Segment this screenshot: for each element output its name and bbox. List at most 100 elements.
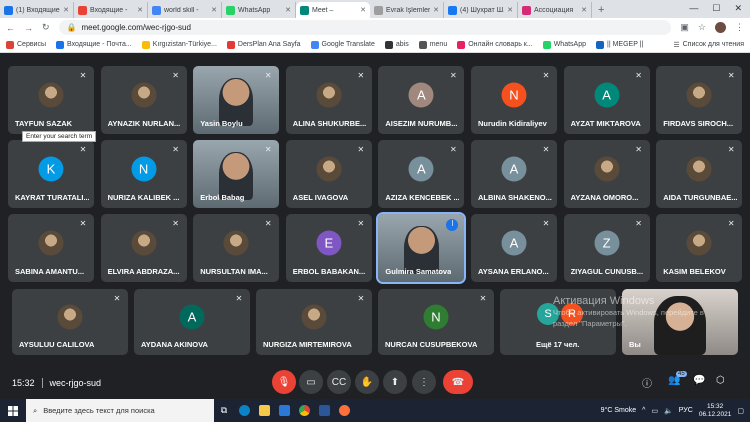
participant-tile[interactable]: ✕ TAYFUN SAZAK bbox=[8, 66, 94, 134]
back-icon[interactable]: ← bbox=[6, 23, 15, 33]
participant-tile[interactable]: A ✕ AYSANA ERLANO... bbox=[471, 214, 557, 282]
chat-icon[interactable]: 💬 bbox=[693, 375, 705, 386]
participant-tile[interactable]: N ✕ NURIZA KALIBEK ... bbox=[100, 140, 187, 208]
participant-tile[interactable]: Z ✕ ZIYAGUL CUNUSB... bbox=[563, 214, 650, 282]
participant-tile[interactable]: A ✕ AYDANA AKINOVA bbox=[134, 289, 250, 355]
tab-close-icon[interactable]: ✕ bbox=[433, 6, 439, 14]
tab-label: Evrak İşlemleri bbox=[386, 6, 431, 14]
browser-tab[interactable]: Meet – ✕ bbox=[296, 2, 370, 18]
bookmark-icon bbox=[56, 40, 65, 49]
tab-close-icon[interactable]: ✕ bbox=[211, 6, 217, 14]
forward-icon[interactable]: → bbox=[24, 23, 33, 33]
participant-tile[interactable]: ✕ Yasin Boylu bbox=[193, 66, 280, 134]
clock[interactable]: 15:32 06.12.2021 bbox=[699, 403, 732, 419]
participant-tile[interactable]: ✕ Erbol Babag bbox=[193, 140, 280, 208]
participant-tile[interactable]: ǀ Gulmira Samatova bbox=[376, 212, 467, 284]
menu-icon[interactable]: ⋮ bbox=[735, 22, 744, 33]
participant-tile[interactable]: ✕ SABINA AMANTU... bbox=[8, 214, 94, 282]
task-view-icon[interactable]: ⧉ bbox=[214, 399, 234, 422]
participant-tile[interactable]: A ✕ AZIZA KENCEBEK ... bbox=[378, 140, 465, 208]
language-indicator[interactable]: РУС bbox=[679, 407, 693, 414]
word-icon[interactable] bbox=[314, 399, 334, 422]
camera-toggle-button[interactable]: ▭ bbox=[299, 370, 323, 394]
bookmark-item[interactable]: DersPlan Ana Sayfa bbox=[226, 40, 301, 49]
reading-list[interactable]: ☰ Список для чтения bbox=[673, 41, 744, 49]
tab-close-icon[interactable]: ✕ bbox=[581, 6, 587, 14]
tab-close-icon[interactable]: ✕ bbox=[285, 6, 291, 14]
browser-tab[interactable]: Evrak İşlemleri ✕ bbox=[370, 2, 444, 18]
self-name: Вы bbox=[629, 340, 641, 349]
leave-call-button[interactable]: ☎ bbox=[443, 370, 473, 394]
browser-tab[interactable]: Ассоциация ✕ bbox=[518, 2, 592, 18]
store-icon[interactable] bbox=[274, 399, 294, 422]
participant-tile[interactable]: ✕ AIDA TURGUNBAE... bbox=[656, 140, 743, 208]
info-icon[interactable]: ⓘ bbox=[642, 375, 652, 390]
tab-label: (4) Шухрат Ш... bbox=[460, 6, 505, 14]
browser-tab[interactable]: Входящие - ✕ bbox=[74, 2, 148, 18]
participant-tile[interactable]: ✕ NURSULTAN IMA... bbox=[193, 214, 280, 282]
edge-icon[interactable] bbox=[234, 399, 254, 422]
present-button[interactable]: ⬆ bbox=[383, 370, 407, 394]
participant-tile[interactable]: ✕ AYNAZIK NURLAN... bbox=[100, 66, 187, 134]
weather-text[interactable]: 9°C Smoke bbox=[601, 407, 636, 414]
camera-icon[interactable]: ▣ bbox=[680, 22, 689, 33]
profile-avatar[interactable] bbox=[715, 22, 726, 33]
tab-close-icon[interactable]: ✕ bbox=[360, 6, 366, 14]
close-window-icon[interactable]: ✕ bbox=[734, 3, 742, 14]
new-tab-icon[interactable]: + bbox=[592, 4, 610, 18]
browser-tab[interactable]: world skill - ✕ bbox=[148, 2, 222, 18]
star-icon[interactable]: ☆ bbox=[698, 22, 706, 33]
tray-arrow-icon[interactable]: ^ bbox=[642, 407, 645, 414]
captions-button[interactable]: CC bbox=[327, 370, 351, 394]
file-explorer-icon[interactable] bbox=[254, 399, 274, 422]
bookmark-icon bbox=[457, 40, 466, 49]
participant-tile[interactable]: E ✕ ERBOL BABAKAN... bbox=[285, 214, 372, 282]
bookmark-item[interactable]: Google Translate bbox=[310, 40, 375, 49]
bookmark-item[interactable]: Сервисы bbox=[6, 40, 46, 49]
participant-tile[interactable]: ✕ ALINA SHUKURBE... bbox=[285, 66, 372, 134]
bookmark-item[interactable]: Онлайн словарь к... bbox=[457, 40, 533, 49]
tab-close-icon[interactable]: ✕ bbox=[137, 6, 143, 14]
start-button[interactable] bbox=[0, 399, 26, 422]
participant-tile[interactable]: ✕ AYZANA OMORO... bbox=[563, 140, 650, 208]
participant-tile[interactable]: ✕ ASEL IVAGOVA bbox=[285, 140, 372, 208]
tab-close-icon[interactable]: ✕ bbox=[63, 6, 69, 14]
browser-tab[interactable]: WhatsApp ✕ bbox=[222, 2, 296, 18]
bookmark-item[interactable]: abis bbox=[384, 40, 409, 49]
participant-tile[interactable]: A ✕ AISEZIM NURUMB... bbox=[378, 66, 465, 134]
chrome-icon[interactable] bbox=[294, 399, 314, 422]
activities-icon[interactable]: ⬡ bbox=[716, 375, 725, 386]
participant-tile[interactable]: ✕ FIRDAVS SIROCH... bbox=[656, 66, 743, 134]
mic-muted-icon: ✕ bbox=[172, 145, 179, 154]
volume-icon[interactable]: 🔈 bbox=[664, 407, 673, 415]
participant-tile[interactable]: ✕ AYSULUU CALILOVA bbox=[12, 289, 128, 355]
raise-hand-button[interactable]: ✋ bbox=[355, 370, 379, 394]
bookmark-item[interactable]: Kırgızistan-Türkiye... bbox=[141, 40, 217, 49]
taskbar-search[interactable]: ⌕ Введите здесь текст для поиска bbox=[26, 399, 214, 422]
browser-tab[interactable]: (1) Входящие - ✕ bbox=[0, 2, 74, 18]
firefox-icon[interactable] bbox=[334, 399, 354, 422]
bookmark-item[interactable]: || MEGEP || bbox=[596, 40, 643, 49]
maximize-icon[interactable]: ☐ bbox=[712, 3, 720, 14]
participant-tile[interactable]: N ✕ NURCAN CUSUPBEKOVA bbox=[378, 289, 494, 355]
participant-tile[interactable]: K ✕ KAYRAT TURATALI... bbox=[8, 140, 94, 208]
mic-toggle-button[interactable]: 🎙 bbox=[272, 370, 296, 394]
bookmark-item[interactable]: menu bbox=[418, 40, 447, 49]
participant-tile[interactable]: ✕ ELVIRA ABDRAZA... bbox=[100, 214, 187, 282]
network-icon[interactable]: ▭ bbox=[651, 407, 658, 415]
browser-tab[interactable]: (4) Шухрат Ш... ✕ bbox=[444, 2, 518, 18]
bookmark-item[interactable]: WhatsApp bbox=[542, 40, 586, 49]
minimize-icon[interactable]: — bbox=[689, 3, 698, 14]
participant-tile[interactable]: ✕ NURGIZA MIRTEMIROVA bbox=[256, 289, 372, 355]
people-button[interactable]: 👥 45 bbox=[668, 371, 687, 386]
notifications-icon[interactable]: ▢ bbox=[737, 407, 744, 415]
participant-tile[interactable]: ✕ KASIM BELEKOV bbox=[656, 214, 743, 282]
url-field[interactable]: 🔒 meet.google.com/wec-rjgo-sud bbox=[58, 20, 672, 35]
participant-tile[interactable]: A ✕ AYZAT MIKTAROVA bbox=[563, 66, 650, 134]
more-options-button[interactable]: ⋮ bbox=[412, 370, 436, 394]
bookmark-item[interactable]: Входящие - Почта... bbox=[56, 40, 132, 49]
tab-close-icon[interactable]: ✕ bbox=[507, 6, 513, 14]
participant-tile[interactable]: N ✕ Nurudin Kidiraliyev bbox=[471, 66, 557, 134]
participant-tile[interactable]: A ✕ ALBINA SHAKENO... bbox=[471, 140, 557, 208]
reload-icon[interactable]: ↻ bbox=[42, 22, 50, 33]
